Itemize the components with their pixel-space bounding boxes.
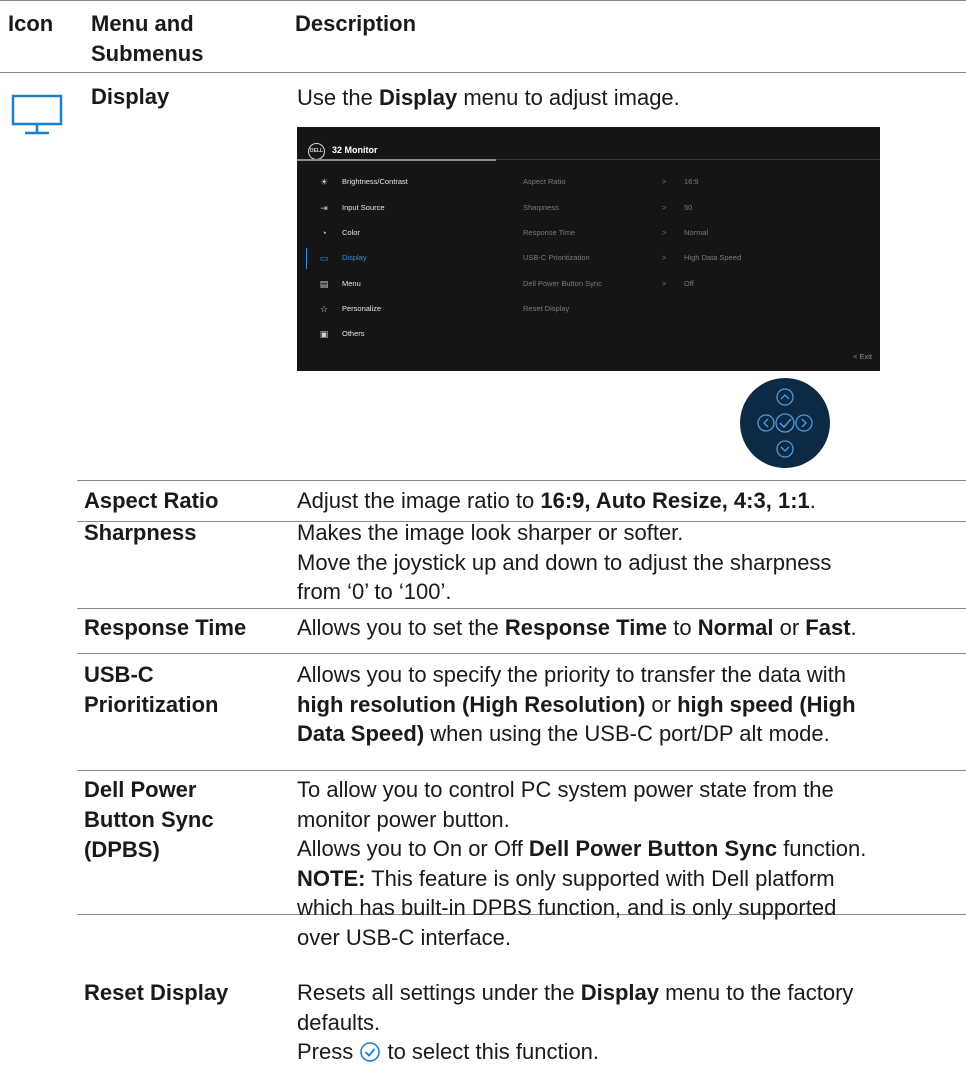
others-icon: ▣ — [319, 329, 329, 339]
osd-menu-label: Color — [342, 228, 360, 237]
osd-menu-personalize[interactable]: ☆ Personalize — [297, 300, 507, 320]
desc-line: over USB-C interface. — [297, 924, 511, 950]
osd-submenu-label: Dell Power Button Sync — [523, 279, 602, 288]
osd-menu-label: Brightness/Contrast — [342, 177, 408, 186]
row-rule — [77, 480, 966, 481]
osd-menu-label: Menu — [342, 279, 361, 288]
submenu-desc-aspect-ratio: Adjust the image ratio to 16:9, Auto Res… — [297, 488, 816, 513]
submenu-name-usbc-prioritization: USB-C Prioritization — [84, 660, 218, 720]
name-line: Dell Power — [84, 777, 197, 802]
osd-submenu-reset-display[interactable]: Reset Display — [523, 300, 873, 320]
submenu-name-sharpness: Sharpness — [84, 520, 197, 545]
input-source-icon: ⇥ — [320, 203, 328, 213]
column-header-menu: Menu and Submenus — [91, 9, 203, 69]
desc-line: Resets all settings under the Display me… — [297, 980, 854, 1005]
desc-line: Allows you to specify the priority to tr… — [297, 662, 847, 687]
desc-line: Makes the image look sharper or softer. — [297, 520, 684, 545]
chevron-right-icon: > — [662, 177, 667, 186]
osd-submenu-label: Reset Display — [523, 304, 570, 313]
name-line: USB-C — [84, 662, 154, 687]
name-line: Button Sync — [84, 807, 214, 832]
osd-menu-display[interactable]: ▭ Display — [297, 249, 507, 269]
desc-line: from ‘0’ to ‘100’. — [297, 579, 452, 604]
desc-line: Move the joystick up and down to adjust … — [297, 549, 832, 575]
row-rule — [77, 770, 966, 771]
osd-submenu-usbc-prioritization[interactable]: USB-C Prioritization > High Data Speed — [523, 249, 873, 269]
osd-menu-color[interactable]: ◔ Color — [297, 224, 507, 244]
osd-submenu-label: Aspect Ratio — [523, 177, 566, 186]
osd-submenu-response-time[interactable]: Response Time > Normal — [523, 224, 873, 244]
osd-menu-brightness-contrast[interactable]: ☀ Brightness/Contrast — [297, 173, 507, 193]
osd-divider-highlight — [297, 159, 496, 161]
desc-line: Data Speed) when using the USB-C port/DP… — [297, 721, 830, 746]
dell-logo: DELL — [308, 143, 325, 160]
monitor-icon — [11, 93, 63, 139]
osd-submenu-value: 50 — [684, 203, 693, 212]
osd-menu-label: Others — [342, 329, 365, 338]
submenu-desc-response-time: Allows you to set the Response Time to N… — [297, 615, 857, 640]
display-icon: ▭ — [319, 253, 329, 263]
osd-exit-button[interactable]: < Exit — [853, 351, 872, 363]
note-line: NOTE: This feature is only supported wit… — [297, 865, 835, 891]
color-icon: ◔ — [321, 228, 327, 238]
brightness-icon: ☀ — [319, 177, 329, 187]
osd-menu-input-source[interactable]: ⇥ Input Source — [297, 199, 507, 219]
desc-line: defaults. — [297, 1009, 381, 1035]
osd-submenu-value: 16:9 — [684, 177, 699, 186]
header-rule — [0, 72, 966, 73]
submenu-desc-sharpness: Makes the image look sharper or softer. … — [297, 518, 831, 607]
submenu-desc-usbc-prioritization: Allows you to specify the priority to tr… — [297, 660, 856, 749]
chevron-right-icon: > — [662, 203, 667, 212]
check-circle-icon — [359, 1041, 381, 1063]
submenu-name-response-time: Response Time — [84, 615, 247, 640]
chevron-right-icon: > — [662, 228, 667, 237]
osd-screenshot: DELL 32 Monitor ☀ Brightness/Contrast ⇥ … — [297, 127, 880, 371]
osd-submenu-value: Off — [684, 279, 694, 288]
submenu-name-reset-display: Reset Display — [84, 980, 229, 1005]
column-header-menu-line1: Menu and — [91, 11, 194, 36]
osd-submenu-sharpness[interactable]: Sharpness > 50 — [523, 199, 873, 219]
chevron-right-icon: > — [662, 279, 667, 288]
osd-submenu-label: Response Time — [523, 228, 576, 237]
osd-menu-label: Personalize — [342, 304, 382, 313]
display-menu-description: Use the Display menu to adjust image. — [297, 85, 680, 110]
osd-menu-label: Input Source — [342, 203, 385, 212]
desc-line: Press to select this function. — [297, 1039, 600, 1064]
name-line: (DPBS) — [84, 837, 160, 862]
osd-submenu-aspect-ratio[interactable]: Aspect Ratio > 16:9 — [523, 173, 873, 193]
osd-menu-label: Display — [342, 253, 367, 262]
column-header-icon: Icon — [8, 11, 54, 36]
desc-line: high resolution (High Resolution) or hig… — [297, 691, 856, 717]
osd-submenu-value: High Data Speed — [684, 253, 742, 262]
osd-submenu-dell-power-button-sync[interactable]: Dell Power Button Sync > Off — [523, 275, 873, 295]
desc-line: To allow you to control PC system power … — [297, 777, 834, 802]
chevron-right-icon: > — [662, 253, 667, 262]
submenu-desc-reset-display: Resets all settings under the Display me… — [297, 978, 853, 1067]
osd-title: 32 Monitor — [332, 145, 378, 155]
row-rule — [77, 608, 966, 609]
column-header-description: Description — [295, 11, 417, 36]
star-icon: ☆ — [319, 304, 329, 314]
desc-line: monitor power button. — [297, 806, 510, 832]
osd-submenu-label: USB-C Prioritization — [523, 253, 590, 262]
row-rule — [77, 653, 966, 654]
desc-line: Allows you to On or Off Dell Power Butto… — [297, 836, 867, 861]
desc-line: which has built-in DPBS function, and is… — [297, 895, 837, 920]
joystick-illustration — [740, 378, 830, 468]
submenu-desc-dpbs: To allow you to control PC system power … — [297, 775, 866, 952]
table-top-rule — [0, 0, 966, 1]
osd-submenu-value: Normal — [684, 228, 709, 237]
name-line: Prioritization — [84, 692, 219, 717]
submenu-name-aspect-ratio: Aspect Ratio — [84, 488, 219, 513]
column-header-menu-line2: Submenus — [91, 41, 204, 66]
submenu-name-dpbs: Dell Power Button Sync (DPBS) — [84, 775, 214, 865]
osd-menu-menu[interactable]: ▤ Menu — [297, 275, 507, 295]
osd-menu-others[interactable]: ▣ Others — [297, 325, 507, 345]
osd-submenu-label: Sharpness — [523, 203, 559, 212]
menu-icon: ▤ — [319, 279, 329, 289]
display-menu-name: Display — [91, 84, 170, 109]
